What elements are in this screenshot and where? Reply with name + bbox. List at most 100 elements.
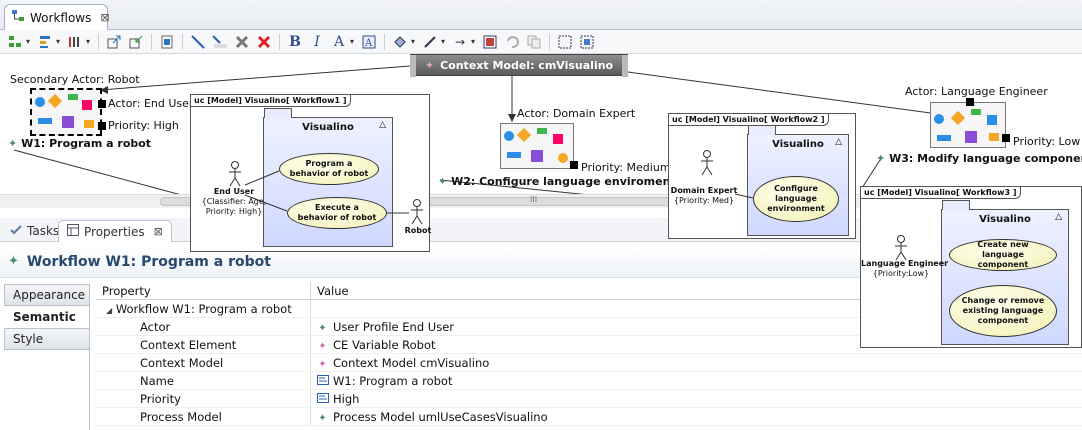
w1-actor-label: Actor: End User [108,97,194,110]
context-model-node[interactable]: ✦ Context Model: cmVisualino [410,54,628,77]
actor-stick-figure-icon [895,235,907,261]
star-icon: ✦ [8,137,18,150]
resize-handle[interactable] [570,161,578,169]
side-tab-appearance[interactable]: Appearance [4,284,90,306]
actor-name: End User [213,187,255,196]
side-tabs-divider [89,284,90,430]
tab-properties-label: Properties [84,224,145,239]
actor-name: Domain Expert [670,186,738,195]
w2-thumbnail[interactable] [500,123,574,169]
table-row[interactable]: Context Model ✦ Context Model cmVisualino [96,354,1082,372]
secondary-actor-name: Robot [404,226,432,235]
tasks-icon [10,224,22,239]
w1-name: W1: Program a robot [21,137,152,150]
workflow-thumbnail-icon [934,109,999,143]
property-value: CE Variable Robot [333,337,436,352]
property-value: Context Model cmVisualino [333,355,490,370]
property-name-cell: Actor [140,319,171,334]
actor-node[interactable] [227,161,243,190]
use-case-node[interactable]: Program a behavior of robot [279,153,379,185]
group-cell: ◢ Workflow W1: Program a robot [96,302,310,316]
actor-name: Language Engineer [861,259,949,268]
side-tab-semantic[interactable]: Semantic [4,306,90,328]
w1-workflow-label[interactable]: ✦ W1: Program a robot [8,137,151,150]
close-icon[interactable]: ⊠ [154,225,163,238]
tab-tasks-label: Tasks [27,224,60,238]
w1-priority-label: Priority: High [108,119,179,132]
triangle-icon: △ [835,137,842,147]
use-case-node[interactable]: Execute a behavior of robot [287,197,387,229]
scrollbar-grip: III [530,195,538,204]
resize-handle[interactable] [1002,134,1010,142]
w1-thumbnail[interactable] [30,88,102,136]
star-icon: ✦ [438,175,448,188]
property-name-cell: Name [140,373,174,388]
properties-icon [67,224,79,239]
w3-priority-label: Priority: Low [1013,135,1081,148]
properties-side-tabs: Appearance Semantic Style [4,284,90,350]
use-case-diagram-uc2[interactable]: uc [Model] Visualino[ Workflow2 ] Visuali… [668,113,856,239]
actor-properties: {Classifier: Age, Priority: High} [201,197,267,216]
package-title: Visualino [772,139,824,150]
use-case-node[interactable]: Change or remove existing language compo… [949,285,1057,337]
column-header-property[interactable]: Property [96,284,310,298]
actor-node[interactable] [699,150,715,179]
w2-name: W2: Configure language enviroment [451,175,676,188]
property-value-cell[interactable]: ✦ Context Model cmVisualino [310,354,1082,371]
property-name-cell: Context Element [140,337,237,352]
triangle-icon: △ [379,120,386,130]
property-value-cell[interactable]: W1: Program a robot [310,372,1082,389]
actor-properties: {Priority:Low} [872,269,930,278]
w3-workflow-label[interactable]: ✦ W3: Modify language component [876,152,1082,165]
secondary-actor-label: Secondary Actor: Robot [10,73,140,86]
package-tab [264,108,292,118]
w3-name: W3: Modify language component [889,152,1082,165]
package-tab [942,200,970,210]
actor-label: Language Engineer {Priority:Low} [861,259,948,279]
resize-handle[interactable] [966,98,974,106]
diagram-frame-tag: uc [Model] Visualino[ Workflow1 ] [191,95,351,107]
table-row[interactable]: Priority High [96,390,1082,408]
use-case-label: Execute a behavior of robot [297,203,377,222]
table-row[interactable]: Name W1: Program a robot [96,372,1082,390]
w3-actor-label: Actor: Language Engineer [905,85,1048,98]
secondary-actor-node[interactable] [409,199,425,228]
property-value: User Profile End User [333,319,455,334]
property-value: High [333,391,360,406]
use-case-node[interactable]: Create new language component [949,239,1057,271]
star-icon: ✦ [318,412,327,424]
actor-stick-figure-icon [411,199,423,225]
resize-handle[interactable] [98,100,106,108]
star-icon: ✦ [318,322,327,334]
side-tab-style[interactable]: Style [4,328,90,350]
use-case-diagram-uc3[interactable]: uc [Model] Visualino[ Workflow3 ] Visuali… [860,186,1082,348]
resize-handle[interactable] [98,122,106,130]
tab-properties[interactable]: Properties ⊠ [58,220,172,242]
property-name-cell: Process Model [140,409,222,424]
group-label: Workflow W1: Program a robot [115,301,292,316]
star-icon: ✦ [876,152,886,165]
use-case-label: Configure language environment [767,184,825,213]
use-case-label: Change or remove existing language compo… [961,296,1045,325]
package-tab [748,125,776,135]
triangle-icon: △ [1055,212,1062,222]
pink-star-icon: ✦ [424,58,435,72]
workflow-thumbnail-icon [504,127,568,163]
use-case-node[interactable]: Configure language environment [753,176,839,222]
table-row[interactable]: Process Model ✦ Process Model umlUseCasesV… [96,408,1082,426]
use-case-diagram-uc1[interactable]: uc [Model] Visualino[ Workflow1 ] Visuali… [190,94,432,252]
diagram-frame-tag: uc [Model] Visualino[ Workflow3 ] [861,187,1021,199]
property-value-cell[interactable]: ✦ Process Model umlUseCasesVisualino [310,408,1082,425]
properties-title: Workflow W1: Program a robot [26,253,271,270]
actor-label: End User {Classifier: Age, Priority: High… [191,187,277,217]
text-field-icon [317,392,329,406]
collapse-triangle-icon[interactable]: ◢ [106,306,112,315]
w2-workflow-label[interactable]: ✦ W2: Configure language enviroment [438,175,676,188]
pink-star-icon: ✦ [318,358,327,370]
property-name-cell: Priority [140,391,181,406]
actor-label: Domain Expert {Priority: Med} [669,186,739,206]
pink-star-icon: ✦ [318,340,327,352]
property-value-cell[interactable]: High [310,390,1082,407]
w3-thumbnail[interactable] [930,102,1006,148]
w2-actor-label: Actor: Domain Expert [517,107,636,120]
